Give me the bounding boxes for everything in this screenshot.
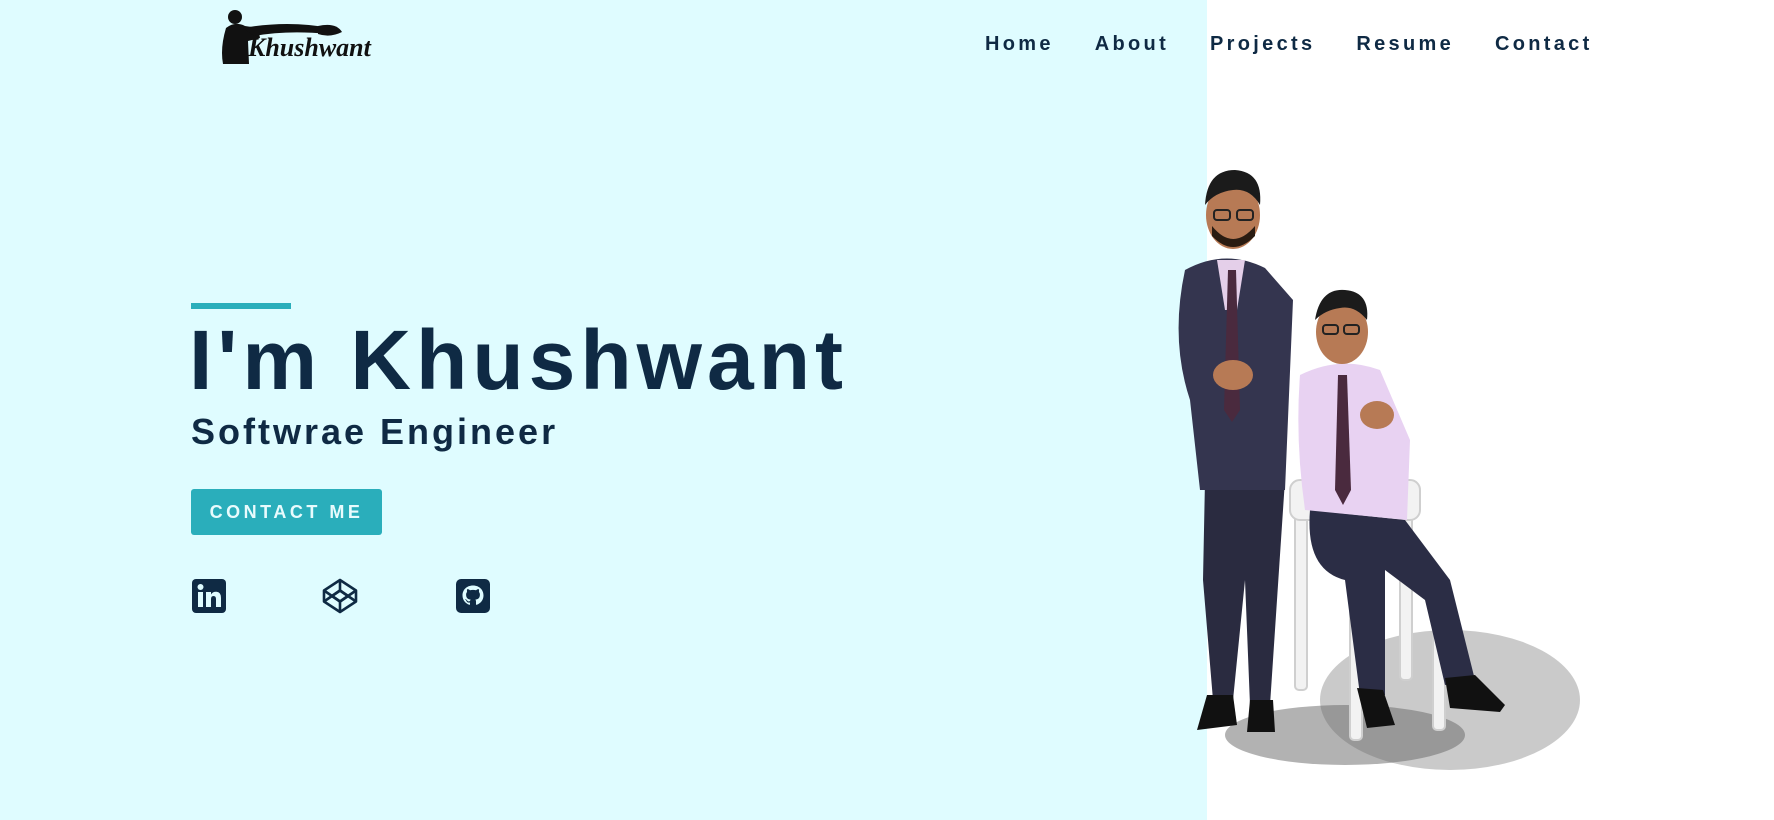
nav-projects[interactable]: Projects (1210, 30, 1315, 58)
main-nav: Home About Projects Resume Contact (985, 30, 1593, 58)
hero-left-panel (0, 0, 1207, 820)
nav-contact[interactable]: Contact (1495, 30, 1593, 58)
nav-home[interactable]: Home (985, 30, 1054, 58)
linkedin-link[interactable] (191, 578, 227, 614)
github-link[interactable] (455, 578, 491, 614)
hero-photo (1145, 160, 1595, 790)
github-icon (456, 579, 490, 613)
hero-title: I'm Khushwant (189, 313, 848, 407)
contact-me-button[interactable]: CONTACT ME (191, 489, 382, 535)
linkedin-icon (192, 579, 226, 613)
hero-subtitle: Softwrae Engineer (191, 411, 559, 452)
site-logo[interactable]: Khushwant (218, 8, 404, 66)
nav-resume[interactable]: Resume (1356, 30, 1454, 58)
logo-icon: Khushwant (222, 10, 372, 64)
codepen-link[interactable] (322, 578, 358, 614)
logo-text: Khushwant (247, 33, 372, 62)
nav-about[interactable]: About (1095, 30, 1169, 58)
title-accent-line (191, 303, 291, 309)
codepen-icon (322, 578, 358, 614)
